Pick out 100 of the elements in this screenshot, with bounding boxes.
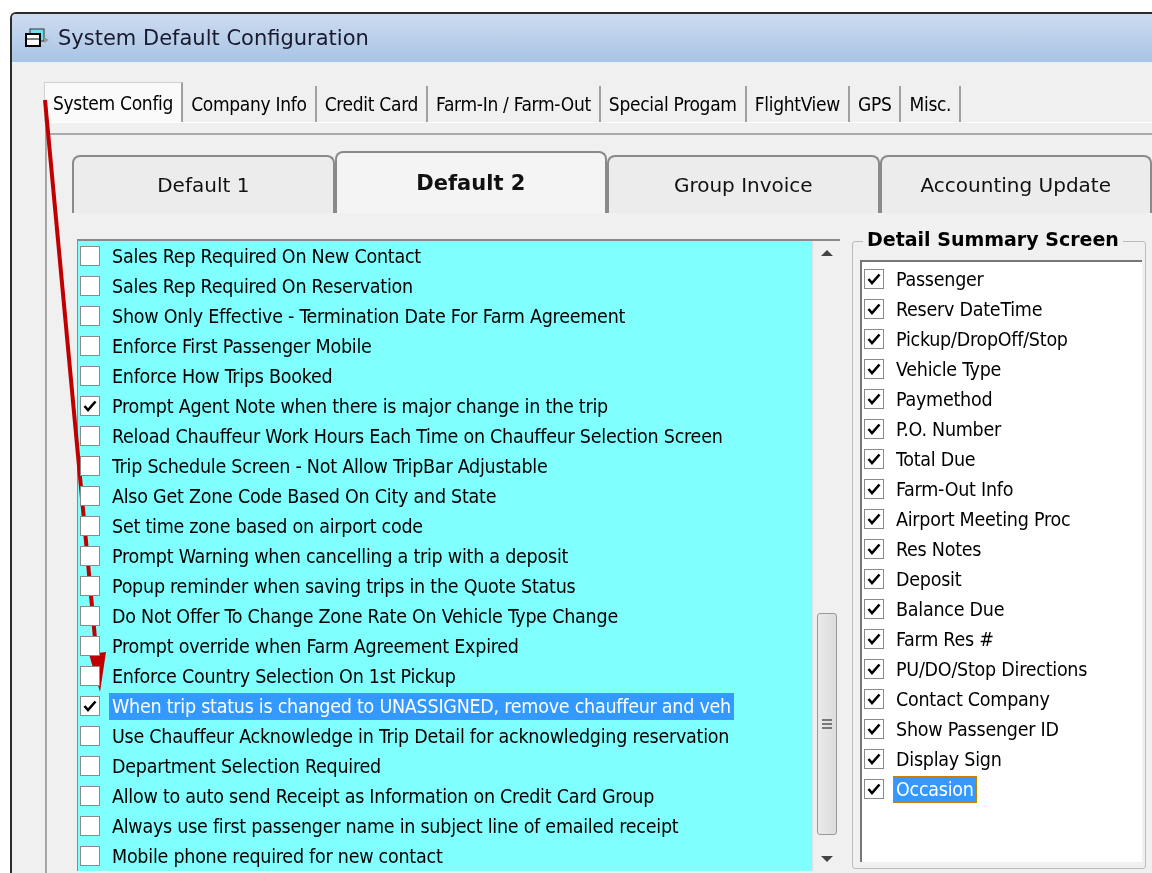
tab[interactable]: System Config: [44, 82, 184, 122]
window-icon: [24, 28, 50, 48]
checkmark-icon: [867, 723, 881, 735]
checkbox[interactable]: [80, 696, 100, 716]
checkbox[interactable]: [864, 749, 884, 769]
checkbox[interactable]: [80, 336, 100, 356]
checkbox[interactable]: [80, 456, 100, 476]
option-label[interactable]: Display Sign: [893, 745, 1005, 773]
option-label[interactable]: Farm Res #: [893, 625, 997, 653]
option-label[interactable]: Reserv DateTime: [893, 295, 1046, 323]
option-label[interactable]: Sales Rep Required On New Contact: [109, 242, 424, 270]
option-label[interactable]: Show Only Effective - Termination Date For Farm Agreement: [109, 302, 629, 330]
tab[interactable]: Group Invoice: [607, 155, 880, 213]
checkbox[interactable]: [864, 389, 884, 409]
checkmark-icon: [867, 483, 881, 495]
checkbox[interactable]: [80, 246, 100, 266]
checkbox[interactable]: [80, 816, 100, 836]
option-label[interactable]: Passenger: [893, 265, 987, 293]
checkmark-icon: [867, 543, 881, 555]
checkbox[interactable]: [80, 516, 100, 536]
checkbox[interactable]: [80, 636, 100, 656]
checkbox[interactable]: [80, 786, 100, 806]
checkbox[interactable]: [80, 546, 100, 566]
option-label[interactable]: Enforce Country Selection On 1st Pickup: [109, 662, 459, 690]
checkmark-icon: [83, 400, 97, 412]
checkbox[interactable]: [80, 276, 100, 296]
checkmark-icon: [867, 573, 881, 585]
option-label[interactable]: Prompt override when Farm Agreement Expired: [109, 632, 522, 660]
checkbox[interactable]: [80, 726, 100, 746]
checkbox[interactable]: [864, 299, 884, 319]
tab[interactable]: Default 1: [72, 155, 335, 213]
option-label[interactable]: Farm-Out Info: [893, 475, 1017, 503]
window-title: System Default Configuration: [58, 26, 369, 50]
option-label[interactable]: Mobile phone required for new contact: [109, 842, 446, 870]
option-label[interactable]: P.O. Number: [893, 415, 1004, 443]
option-label[interactable]: Sales Rep Required On Reservation: [109, 272, 416, 300]
checkmark-icon: [867, 783, 881, 795]
option-label[interactable]: Paymethod: [893, 385, 996, 413]
checkmark-icon: [867, 273, 881, 285]
option-label[interactable]: Popup reminder when saving trips in the Quote Status: [109, 572, 579, 600]
checkbox[interactable]: [80, 756, 100, 776]
checkbox[interactable]: [864, 659, 884, 679]
checkmark-icon: [867, 453, 881, 465]
checkbox[interactable]: [80, 426, 100, 446]
checkbox[interactable]: [80, 666, 100, 686]
checkbox[interactable]: [864, 269, 884, 289]
scroll-down-icon[interactable]: [819, 855, 834, 863]
option-label[interactable]: Allow to auto send Receipt as Information on Credit Card Group: [109, 782, 658, 810]
scroll-up-icon[interactable]: [819, 249, 834, 257]
option-label[interactable]: Res Notes: [893, 535, 985, 563]
option-label[interactable]: Prompt Warning when cancelling a trip with a deposit: [109, 542, 572, 570]
checkbox[interactable]: [864, 329, 884, 349]
option-label[interactable]: Do Not Offer To Change Zone Rate On Vehicle Type Change: [109, 602, 621, 630]
checkbox[interactable]: [864, 539, 884, 559]
checkbox[interactable]: [864, 719, 884, 739]
checkbox[interactable]: [864, 449, 884, 469]
checkbox[interactable]: [864, 599, 884, 619]
option-label[interactable]: Enforce First Passenger Mobile: [109, 332, 375, 360]
option-label[interactable]: Airport Meeting Proc: [893, 505, 1074, 533]
option-label[interactable]: Set time zone based on airport code: [109, 512, 426, 540]
option-label[interactable]: Contact Company: [893, 685, 1053, 713]
checkbox[interactable]: [864, 779, 884, 799]
option-label[interactable]: Total Due: [893, 445, 979, 473]
option-label[interactable]: Vehicle Type: [893, 355, 1005, 383]
checkmark-icon: [867, 363, 881, 375]
scroll-thumb[interactable]: [816, 613, 837, 835]
checkbox[interactable]: [80, 576, 100, 596]
option-label[interactable]: Deposit: [893, 565, 965, 593]
option-label[interactable]: Enforce How Trips Booked: [109, 362, 336, 390]
tab[interactable]: Accounting Update: [879, 155, 1152, 213]
option-label[interactable]: Also Get Zone Code Based On City and State: [109, 482, 500, 510]
checkbox[interactable]: [80, 366, 100, 386]
option-label[interactable]: Department Selection Required: [109, 752, 384, 780]
option-label[interactable]: Always use first passenger name in subject line of emailed receipt: [109, 812, 682, 840]
checkbox[interactable]: [80, 306, 100, 326]
option-label[interactable]: Trip Schedule Screen - Not Allow TripBar Adjustable: [109, 452, 551, 480]
option-label[interactable]: PU/DO/Stop Directions: [893, 655, 1091, 683]
checkmark-icon: [867, 633, 881, 645]
checkbox[interactable]: [80, 396, 100, 416]
grip-icon: [820, 719, 833, 729]
option-label[interactable]: Balance Due: [893, 595, 1008, 623]
checkbox[interactable]: [864, 479, 884, 499]
checkmark-icon: [867, 393, 881, 405]
checkbox[interactable]: [80, 486, 100, 506]
checkbox[interactable]: [864, 569, 884, 589]
checkbox[interactable]: [864, 629, 884, 649]
checkbox[interactable]: [864, 359, 884, 379]
checkbox[interactable]: [864, 509, 884, 529]
checkbox[interactable]: [864, 419, 884, 439]
option-label[interactable]: Show Passenger ID: [893, 715, 1062, 743]
checkbox[interactable]: [80, 606, 100, 626]
checkmark-icon: [867, 303, 881, 315]
tab[interactable]: Default 2: [334, 151, 608, 213]
checkmark-icon: [867, 663, 881, 675]
option-label[interactable]: Prompt Agent Note when there is major change in the trip: [109, 392, 611, 420]
checkbox[interactable]: [80, 846, 100, 866]
option-label[interactable]: Pickup/DropOff/Stop: [893, 325, 1071, 353]
checkbox[interactable]: [864, 689, 884, 709]
option-label[interactable]: Use Chauffeur Acknowledge in Trip Detail for acknowledging reservation: [109, 722, 733, 750]
option-label[interactable]: Reload Chauffeur Work Hours Each Time on Chauffeur Selection Screen: [109, 422, 726, 450]
